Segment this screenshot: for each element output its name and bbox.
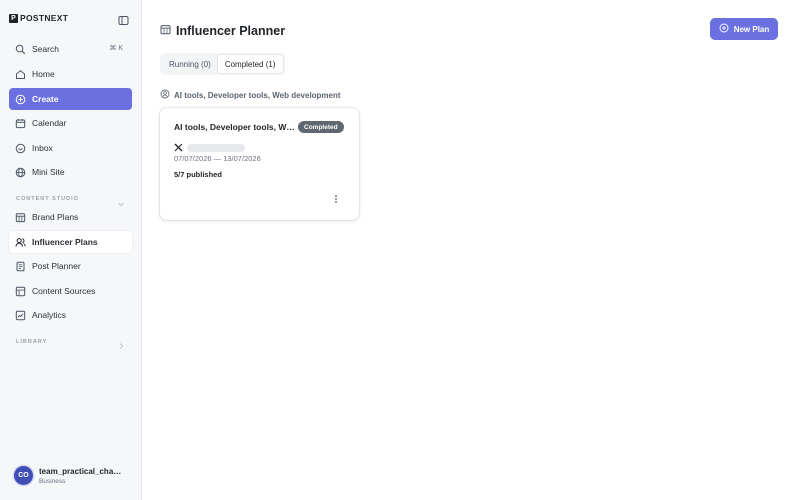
plan-card-title: AI tools, Developer tools, Web developme… (174, 122, 296, 132)
brand-mark: P (9, 13, 18, 23)
calendar-grid-icon (160, 22, 171, 40)
chart-icon (15, 310, 26, 321)
sidebar-item-brand-plans[interactable]: Brand Plans (9, 206, 132, 228)
plan-card-dates: 07/07/2026 — 13/07/2026 (174, 154, 261, 163)
new-plan-button[interactable]: New Plan (710, 18, 778, 40)
sidebar-item-label: Influencer Plans (32, 237, 98, 247)
sidebar-item-calendar[interactable]: Calendar (9, 112, 132, 134)
plan-card-published: 5/7 published (174, 170, 222, 179)
tab-running[interactable]: Running (0) (162, 55, 218, 73)
inbox-icon (15, 143, 26, 154)
document-icon (15, 261, 26, 272)
sidebar-item-home[interactable]: Home (9, 63, 132, 85)
sidebar-toggle-icon[interactable] (118, 13, 129, 25)
sidebar-item-label: Brand Plans (32, 212, 79, 222)
chevron-right-icon[interactable] (117, 337, 125, 349)
user-info: team_practical_chaudhary Business (39, 467, 125, 485)
sidebar-item-label: Home (32, 69, 55, 79)
sidebar-item-influencer-plans[interactable]: Influencer Plans (9, 231, 132, 253)
section-label-library: LIBRARY (16, 339, 48, 345)
tab-completed[interactable]: Completed (1) (217, 55, 283, 73)
sidebar: P POSTNEXT Search ⌘ K Home Create Calend… (0, 0, 142, 500)
redacted-account-name (187, 144, 245, 152)
user-circle-icon (160, 89, 170, 101)
calendar-icon (15, 118, 26, 129)
sidebar-item-search[interactable]: Search ⌘ K (9, 38, 132, 60)
sidebar-item-content-sources[interactable]: Content Sources (9, 280, 132, 302)
users-icon (15, 237, 26, 248)
user-plan: Business (39, 477, 66, 485)
sidebar-item-inbox[interactable]: Inbox (9, 137, 132, 159)
main-content: Influencer Planner New Plan Running (0) … (143, 0, 800, 500)
section-label-content-studio: CONTENT STUDIO (16, 196, 79, 202)
more-options-icon[interactable] (332, 194, 340, 204)
sidebar-item-create[interactable]: Create (9, 88, 132, 110)
topic-group-header: AI tools, Developer tools, Web developme… (160, 89, 341, 101)
sidebar-item-label: Content Sources (32, 286, 96, 296)
plan-card[interactable]: AI tools, Developer tools, Web developme… (160, 108, 359, 220)
plus-circle-icon (719, 23, 729, 35)
sidebar-item-label: Create (32, 94, 59, 104)
chevron-down-icon[interactable] (117, 195, 125, 207)
status-tabs: Running (0) Completed (1) (160, 53, 285, 75)
brand-logo[interactable]: P POSTNEXT (9, 13, 68, 23)
avatar: CO (14, 466, 33, 485)
search-shortcut: ⌘ K (109, 45, 123, 52)
sidebar-item-label: Post Planner (32, 261, 81, 271)
sidebar-item-mini-site[interactable]: Mini Site (9, 161, 132, 183)
sidebar-item-post-planner[interactable]: Post Planner (9, 255, 132, 277)
home-icon (15, 69, 26, 80)
sidebar-item-analytics[interactable]: Analytics (9, 304, 132, 326)
plus-circle-icon (15, 94, 26, 105)
user-name: team_practical_chaudhary (39, 466, 125, 476)
topic-label: AI tools, Developer tools, Web developme… (174, 90, 341, 100)
globe-icon (15, 167, 26, 178)
page-title: Influencer Planner (176, 24, 286, 38)
sidebar-item-label: Mini Site (32, 167, 65, 177)
user-account[interactable]: CO team_practical_chaudhary Business (14, 466, 125, 485)
layers-icon (15, 286, 26, 297)
new-plan-label: New Plan (733, 24, 770, 34)
sidebar-item-label: Inbox (32, 143, 53, 153)
sidebar-item-label: Calendar (32, 118, 67, 128)
calendar-grid-icon (15, 212, 26, 223)
search-icon (15, 44, 26, 55)
brand-name: POSTNEXT (20, 13, 69, 23)
page-header: Influencer Planner (160, 22, 285, 40)
sidebar-item-label: Search (32, 44, 59, 54)
status-badge: Completed (298, 121, 344, 133)
sidebar-item-label: Analytics (32, 310, 67, 320)
